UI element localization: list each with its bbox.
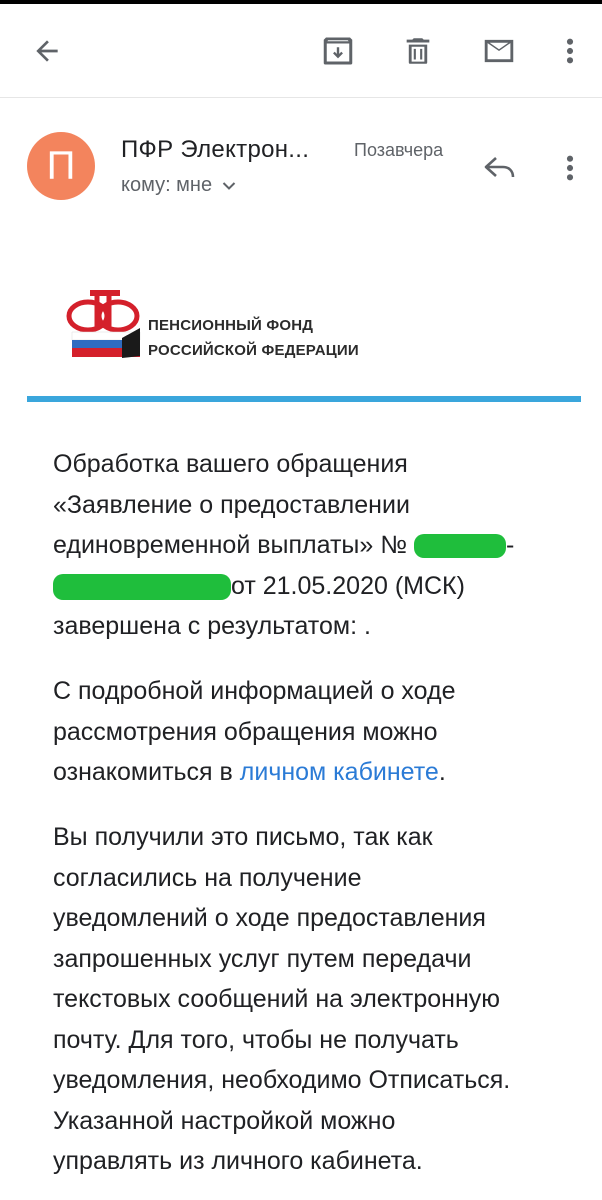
text-line: рассмотрения обращения можно <box>53 717 438 746</box>
redaction-mark <box>53 573 231 600</box>
text-line: «Заявление о предоставлении <box>53 490 410 519</box>
text-line: управлять из личного кабинета. <box>53 1147 423 1175</box>
delete-button[interactable] <box>393 26 443 76</box>
paragraph-notice: Вы получили это письмо, так как согласил… <box>53 817 573 1182</box>
text-line: Вы получили это письмо, так как <box>53 823 433 851</box>
text-line: запрошенных услуг путем передачи <box>53 944 472 973</box>
text-line: единовременной выплаты» № - <box>53 525 573 566</box>
text-line: согласились на получение <box>53 863 362 892</box>
text-line: Обработка вашего обращения <box>53 450 408 478</box>
text-line: ознакомиться в личном кабинете. <box>53 752 573 793</box>
message-header: П ПФР Электрон... Позавчера кому: мне <box>0 98 602 218</box>
reply-button[interactable] <box>478 146 522 190</box>
text-fragment: единовременной выплаты» № <box>53 531 408 559</box>
text-line: уведомления, необходимо Отписаться. <box>53 1066 511 1094</box>
text-line: уведомлений о ходе предоставления <box>53 904 486 932</box>
more-vert-icon <box>566 155 574 181</box>
archive-icon <box>323 37 353 65</box>
archive-button[interactable] <box>313 26 363 76</box>
text-line: С подробной информацией о ходе <box>53 677 456 705</box>
app-bar <box>0 4 602 98</box>
back-button[interactable] <box>22 26 72 76</box>
text-line: почту. Для того, чтобы не получать <box>53 1025 459 1054</box>
message-date: Позавчера <box>354 140 444 160</box>
paragraph-details: С подробной информацией о ходе рассмотре… <box>53 671 573 793</box>
avatar[interactable]: П <box>27 132 95 200</box>
text-line: Указанной настройкой можно <box>53 1106 396 1135</box>
recipient-details-toggle[interactable]: кому: мне <box>121 174 236 197</box>
redaction-mark <box>414 534 506 559</box>
recipient-label: кому: мне <box>121 174 213 196</box>
message-more-button[interactable] <box>548 146 592 190</box>
trash-icon <box>406 38 430 64</box>
arrow-left-icon <box>36 40 58 62</box>
personal-account-link[interactable]: личном кабинете <box>240 758 439 786</box>
text-fragment: - <box>506 531 515 559</box>
mail-icon <box>484 39 514 63</box>
text-line: текстовых сообщений на электронную <box>53 985 501 1013</box>
text-fragment: от 21.05.2020 (МСК) <box>231 571 465 600</box>
logo-line-1: ПЕНСИОННЫЙ ФОНД <box>148 317 314 334</box>
divider-line <box>27 396 581 402</box>
text-fragment: ознакомиться в <box>53 758 233 786</box>
reply-icon <box>484 157 515 178</box>
paragraph-result: Обработка вашего обращения «Заявление о … <box>53 444 573 647</box>
text-line: от 21.05.2020 (МСК) <box>53 566 573 607</box>
mark-unread-button[interactable] <box>474 26 524 76</box>
logo-line-2: РОССИЙСКОЙ ФЕДЕРАЦИИ <box>148 342 359 359</box>
avatar-letter: П <box>46 143 76 188</box>
text-fragment: . <box>438 758 446 786</box>
pfr-logo-text: ПЕНСИОННЫЙ ФОНД РОССИЙСКОЙ ФЕДЕРАЦИИ <box>148 313 359 363</box>
chevron-down-icon <box>222 181 236 190</box>
overflow-menu-button[interactable] <box>545 26 595 76</box>
sender-name[interactable]: ПФР Электрон... <box>121 136 309 164</box>
text-line: завершена с результатом: . <box>53 612 371 640</box>
more-vert-icon <box>566 38 574 64</box>
